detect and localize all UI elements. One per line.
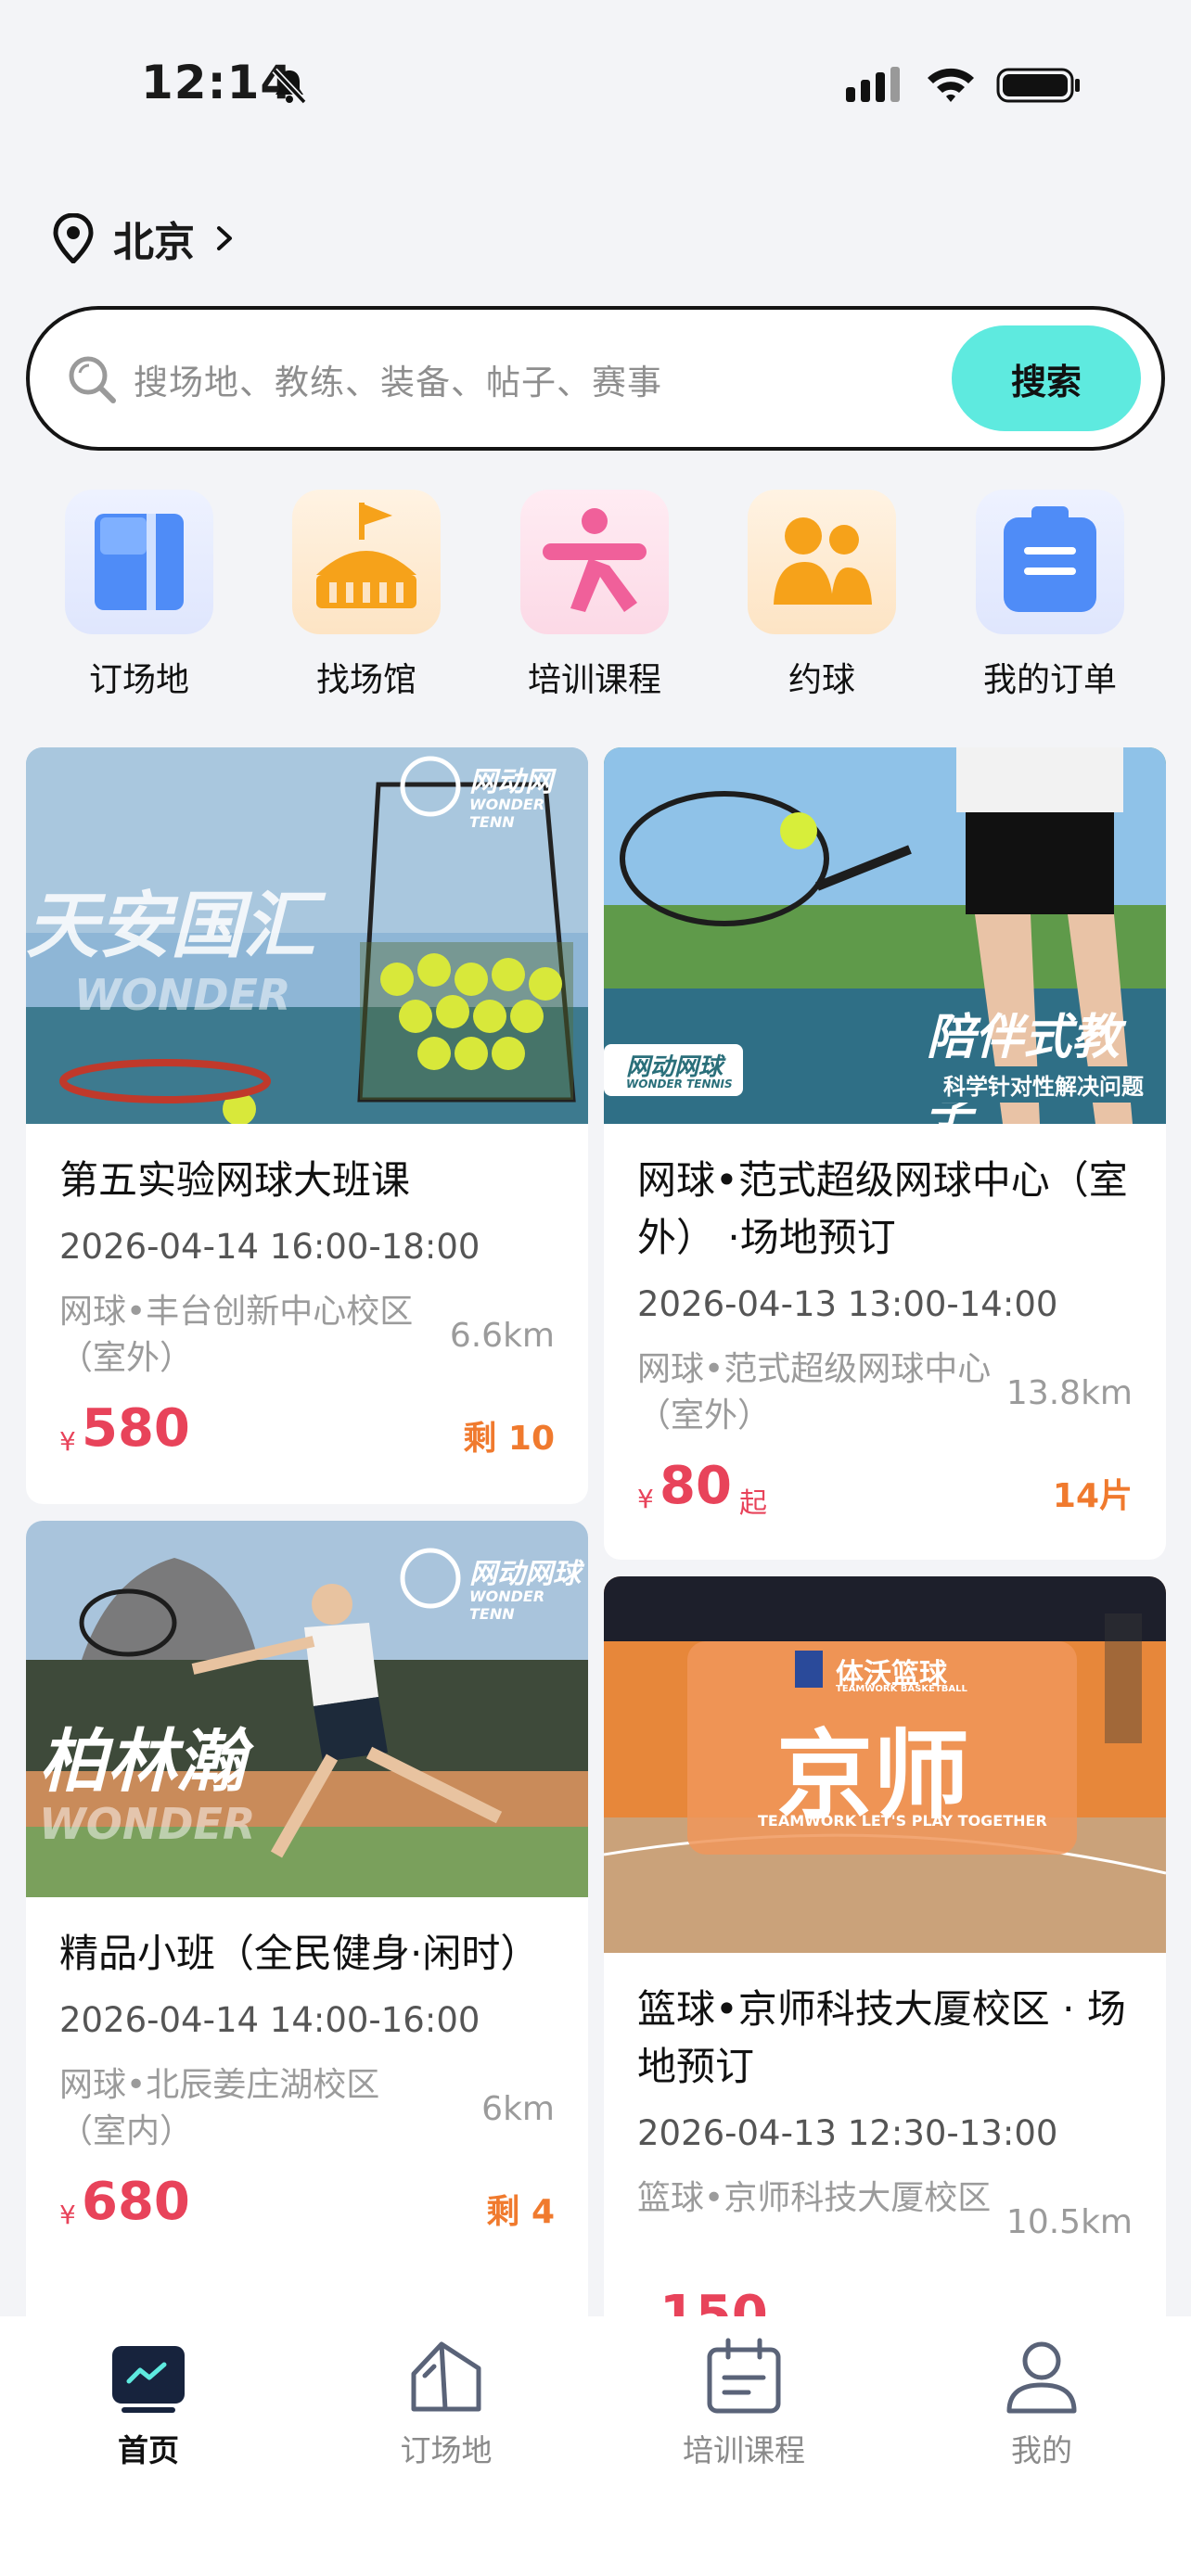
card-image: 体沃篮球 TEAMWORK BASKETBALL 京师 TEAMWORK LET… (604, 1576, 1166, 1953)
card-title: 第五实验网球大班课 (59, 1157, 411, 1203)
category-label: 约球 (788, 661, 855, 699)
search-bar[interactable]: 搜场地、教练、装备、帖子、赛事 搜索 (26, 306, 1165, 451)
venue-card[interactable]: 网动网球 WONDER TENNIS 陪伴式教学 科学针对性解决问题 网球•范式… (604, 747, 1166, 1560)
image-brand: 网动网球 (469, 1558, 581, 1590)
court-icon (411, 2341, 481, 2412)
card-date: 2026-04-13 13:00-14:00 (637, 1284, 1058, 1324)
status-bar: 12:14 (0, 0, 1191, 139)
card-venue: 篮球•京师科技大厦校区 (637, 2179, 992, 2217)
venue-feed: 网动网 WONDER TENN 天安国汇 WONDER 第五实验网球大班课 20… (0, 747, 1191, 2316)
card-image: 网动网球 WONDER TENN 柏林瀚 WONDER (26, 1521, 588, 1897)
calendar-icon (707, 2338, 781, 2414)
card-price: 150 (660, 2285, 768, 2316)
card-image: 网动网球 WONDER TENNIS 陪伴式教学 科学针对性解决问题 (604, 747, 1166, 1124)
image-title: 天安国汇 (26, 885, 316, 968)
card-remaining: 剩 10 (463, 1420, 555, 1458)
category-label: 找场馆 (315, 661, 416, 699)
silent-bell-icon (272, 68, 307, 105)
image-subtitle: 科学针对性解决问题 (934, 1066, 1153, 1103)
card-date: 2026-04-13 12:30-13:00 (637, 2113, 1058, 2153)
team-icon (748, 490, 896, 634)
cellular-signal-icon (846, 67, 900, 102)
image-brand-sub: TEAMWORK BASKETBALL (836, 1684, 967, 1694)
tab-court[interactable]: 订场地 (335, 2335, 557, 2470)
card-title: 精品小班（全民健身·闲时） (59, 1931, 540, 1976)
card-venue: 网球•北辰姜庄湖校区（室内） (59, 2066, 380, 2150)
card-distance: 10.5km (1005, 2203, 1133, 2241)
card-remaining: 14片 (1052, 1477, 1133, 1515)
image-brand-sub: WONDER TENN (469, 796, 545, 831)
search-input[interactable]: 搜场地、教练、装备、帖子、赛事 (134, 354, 662, 404)
card-price: 680 (82, 2172, 190, 2232)
location-selector[interactable]: 北京 (52, 206, 236, 271)
image-brand-sub: WONDER TENN (469, 1588, 545, 1623)
image-title: 柏林瀚 (39, 1722, 245, 1802)
search-icon (69, 356, 116, 403)
category-label: 我的订单 (982, 661, 1117, 699)
tab-label: 我的 (1011, 2432, 1072, 2468)
card-distance: 6.6km (449, 1317, 555, 1355)
profile-icon (1006, 2341, 1077, 2414)
currency-symbol: ¥ (637, 1484, 654, 1514)
card-venue: 网球•范式超级网球中心（室外） (637, 1350, 992, 1435)
tab-label: 首页 (118, 2432, 179, 2468)
category-orders[interactable]: 我的订单 (948, 490, 1152, 701)
course-card[interactable]: 网动网球 WONDER TENN 柏林瀚 WONDER 精品小班（全民健身·闲时… (26, 1521, 588, 2316)
stadium-icon (292, 490, 441, 634)
card-remaining: 剩 4 (486, 2193, 555, 2231)
training-icon (520, 490, 669, 634)
category-grid: 订场地 找场馆 培训课程 约球 我的订单 (0, 490, 1191, 703)
card-title: 网球•范式超级网球中心（室外） ·场地预订 (637, 1157, 1128, 1260)
card-distance: 13.8km (1005, 1374, 1133, 1412)
image-brand: 网动网 (469, 766, 553, 798)
category-label: 培训课程 (527, 661, 661, 699)
venue-card[interactable]: 体沃篮球 TEAMWORK BASKETBALL 京师 TEAMWORK LET… (604, 1576, 1166, 2316)
card-title: 篮球•京师科技大厦校区 · 场地预订 (637, 1986, 1126, 2089)
order-icon (976, 490, 1124, 634)
card-price: 80 (660, 1456, 732, 1516)
tab-label: 订场地 (400, 2432, 493, 2468)
image-subtitle: TEAMWORK LET'S PLAY TOGETHER (758, 1812, 1047, 1830)
card-date: 2026-04-14 14:00-16:00 (59, 2000, 480, 2040)
category-training[interactable]: 培训课程 (493, 490, 697, 701)
currency-symbol: ¥ (59, 2200, 76, 2230)
price-suffix: 起 (739, 1487, 767, 1520)
card-price: 580 (82, 1398, 190, 1459)
court-booking-icon (65, 490, 213, 634)
image-subtitle: WONDER (39, 1799, 256, 1849)
tab-home[interactable]: 首页 (37, 2335, 260, 2470)
location-pin-icon (53, 213, 94, 263)
city-label: 北京 (113, 219, 195, 266)
tab-label: 培训课程 (683, 2432, 805, 2468)
tab-profile[interactable]: 我的 (930, 2335, 1153, 2470)
card-venue: 网球•丰台创新中心校区（室外） (59, 1293, 414, 1377)
category-stadium[interactable]: 找场馆 (264, 490, 468, 701)
battery-icon (996, 68, 1080, 103)
wifi-icon (928, 68, 974, 102)
currency-symbol: ¥ (59, 1426, 76, 1457)
bottom-tab-bar: 首页 订场地 培训课程 我的 (0, 2316, 1191, 2576)
image-brand-sub: WONDER TENNIS (626, 1078, 733, 1090)
category-team[interactable]: 约球 (720, 490, 924, 701)
home-icon (112, 2346, 185, 2413)
search-button[interactable]: 搜索 (952, 325, 1141, 431)
image-subtitle: WONDER (74, 970, 291, 1020)
category-label: 订场地 (88, 661, 189, 699)
chevron-right-icon (217, 226, 232, 250)
card-date: 2026-04-14 16:00-18:00 (59, 1227, 480, 1267)
tab-training[interactable]: 培训课程 (633, 2335, 855, 2470)
card-image: 网动网 WONDER TENN 天安国汇 WONDER (26, 747, 588, 1124)
category-court-booking[interactable]: 订场地 (37, 490, 241, 701)
course-card[interactable]: 网动网 WONDER TENN 天安国汇 WONDER 第五实验网球大班课 20… (26, 747, 588, 1504)
card-distance: 6km (481, 2090, 555, 2128)
image-title: 陪伴式教学 (927, 1010, 1121, 1124)
